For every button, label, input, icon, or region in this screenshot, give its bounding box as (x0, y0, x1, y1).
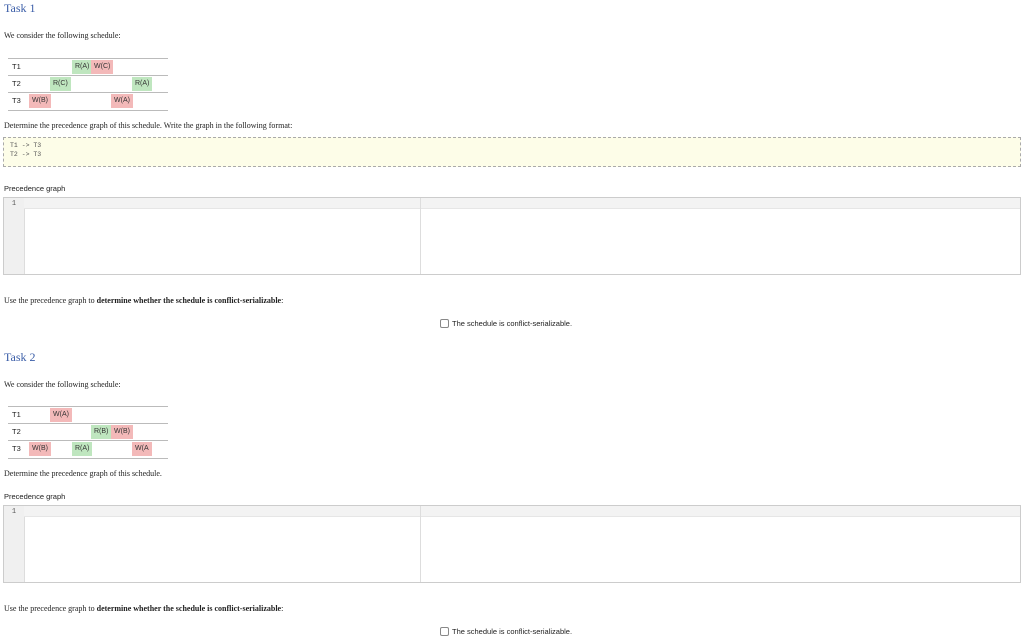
checkbox-box[interactable] (440, 319, 449, 328)
operation-write: W(A (132, 442, 152, 456)
task2-instruction: Determine the precedence graph of this s… (4, 469, 162, 478)
task1-serial-question: Use the precedence graph to determine wh… (4, 296, 283, 305)
operation-read: R(A) (72, 60, 93, 74)
task1-graph-label: Precedence graph (4, 184, 66, 193)
checkbox-label[interactable]: The schedule is conflict-serializable. (452, 627, 572, 636)
task2-schedule: T1 T2 T3 W(A) R(B) W(B) W(B) R(A) W(A (8, 406, 168, 459)
operation-read: R(B) (91, 425, 112, 439)
editor-active-line (24, 506, 1020, 517)
line-number: 1 (11, 200, 17, 208)
transaction-label: T3 (12, 96, 21, 105)
checkbox-box[interactable] (440, 627, 449, 636)
format-example-box: T1 -> T3 T2 -> T3 (3, 137, 1021, 167)
operation-read: R(C) (50, 77, 71, 91)
task2-graph-label: Precedence graph (4, 492, 66, 501)
task2-title: Task 2 (4, 350, 36, 364)
operation-read: R(A) (72, 442, 93, 456)
operation-write: W(A) (111, 94, 133, 108)
task2-serial-question: Use the precedence graph to determine wh… (4, 604, 283, 613)
line-gutter: 1 (4, 506, 25, 582)
transaction-label: T1 (12, 62, 21, 71)
checkbox-label[interactable]: The schedule is conflict-serializable. (452, 319, 572, 328)
transaction-label: T2 (12, 79, 21, 88)
editor-divider (420, 198, 421, 274)
question-punct: : (281, 296, 284, 305)
task2-serializable-checkbox[interactable]: The schedule is conflict-serializable. (440, 627, 572, 636)
schedule-row-t1: T1 (8, 406, 168, 424)
operation-write: W(C) (91, 60, 114, 74)
schedule-row-t2: T2 (8, 423, 168, 441)
transaction-label: T2 (12, 427, 21, 436)
format-example: T1 -> T3 T2 -> T3 (10, 142, 42, 158)
editor-active-line (24, 198, 1020, 209)
question-punct: : (281, 604, 284, 613)
question-bold: determine whether the schedule is confli… (96, 296, 282, 305)
question-text: Use the precedence graph to (4, 296, 97, 305)
task1-title: Task 1 (4, 1, 36, 15)
question-text: Use the precedence graph to (4, 604, 97, 613)
operation-write: W(A) (50, 408, 72, 422)
task1-graph-editor[interactable]: 1 (3, 197, 1021, 275)
question-bold: determine whether the schedule is confli… (96, 604, 282, 613)
operation-write: W(B) (29, 442, 51, 456)
line-number: 1 (11, 508, 17, 516)
task1-schedule: T1 T2 T3 R(A) W(C) R(C) R(A) W(B) W(A) (8, 58, 168, 111)
transaction-label: T3 (12, 444, 21, 453)
task2-graph-editor[interactable]: 1 (3, 505, 1021, 583)
line-gutter: 1 (4, 198, 25, 274)
transaction-label: T1 (12, 410, 21, 419)
task1-instruction: Determine the precedence graph of this s… (4, 121, 293, 130)
operation-read: R(A) (132, 77, 153, 91)
operation-write: W(B) (29, 94, 51, 108)
editor-divider (420, 506, 421, 582)
task1-serializable-checkbox[interactable]: The schedule is conflict-serializable. (440, 319, 572, 328)
task2-intro: We consider the following schedule: (4, 380, 121, 389)
operation-write: W(B) (111, 425, 133, 439)
task1-intro: We consider the following schedule: (4, 31, 121, 40)
